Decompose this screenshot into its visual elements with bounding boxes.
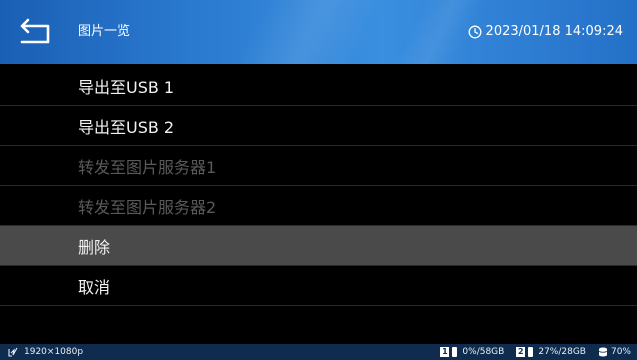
back-button[interactable]: [18, 16, 54, 48]
header-bar: 图片一览 2023/01/18 14:09:24: [0, 0, 637, 64]
menu-item-delete[interactable]: 删除: [0, 226, 637, 266]
menu-item-label: 转发至图片服务器1: [78, 157, 217, 177]
database-icon: [598, 347, 608, 357]
menu-item-forward-server2: 转发至图片服务器2: [0, 186, 637, 226]
usb1-slot-badge: 1: [440, 347, 450, 357]
menu-item-label: 转发至图片服务器2: [78, 197, 217, 217]
page-title: 图片一览: [78, 24, 131, 39]
usb-drive-icon: [528, 347, 534, 357]
resolution-text: 1920×1080p: [24, 347, 84, 357]
usb-drive-icon: [452, 347, 458, 357]
datetime-text: 2023/01/18 14:09:24: [485, 24, 623, 39]
storage-indicators: 1 0%/58GB 2 27%/28GB 70%: [440, 344, 631, 360]
video-signal-icon: [8, 347, 18, 357]
datetime-display: 2023/01/18 14:09:24: [468, 22, 623, 42]
status-bar: 1920×1080p 1 0%/58GB 2 27%/28GB 70%: [0, 344, 637, 360]
menu-item-label: 删除: [78, 237, 111, 257]
menu-item-label: 导出至USB 1: [78, 77, 175, 97]
usb2-slot-badge: 2: [516, 347, 526, 357]
usb2-usage: 27%/28GB: [538, 347, 586, 357]
menu-item-label: 导出至USB 2: [78, 117, 175, 137]
menu-item-export-usb1[interactable]: 导出至USB 1: [0, 66, 637, 106]
screen: 图片一览 2023/01/18 14:09:24 导出至USB 1 导出至USB…: [0, 0, 637, 360]
context-menu: 导出至USB 1 导出至USB 2 转发至图片服务器1 转发至图片服务器2 删除…: [0, 66, 637, 306]
menu-item-forward-server1: 转发至图片服务器1: [0, 146, 637, 186]
menu-item-cancel[interactable]: 取消: [0, 266, 637, 306]
resolution-indicator: 1920×1080p: [8, 344, 83, 360]
internal-storage-usage: 70%: [610, 347, 631, 357]
menu-item-export-usb2[interactable]: 导出至USB 2: [0, 106, 637, 146]
menu-item-label: 取消: [78, 277, 111, 297]
clock-icon: [468, 25, 481, 39]
back-arrow-icon: [20, 18, 50, 44]
usb1-usage: 0%/58GB: [462, 347, 505, 357]
header-shine: [235, 0, 385, 64]
